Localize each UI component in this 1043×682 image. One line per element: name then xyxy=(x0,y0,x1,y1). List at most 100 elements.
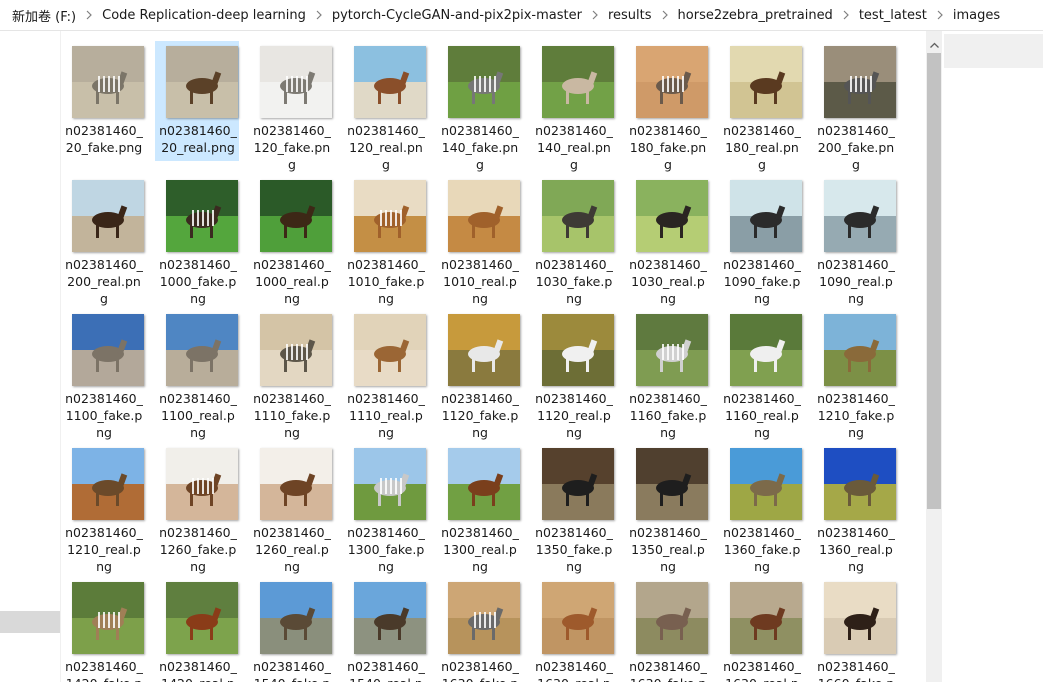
file-item[interactable]: n02381460_ 1260_real.p ng xyxy=(249,443,333,574)
file-name-label: n02381460_ 1030_real.p ng xyxy=(626,256,710,307)
file-name-label: n02381460_ 20_real.png xyxy=(156,122,240,156)
file-name-line: 20_fake.png xyxy=(65,140,143,155)
file-item[interactable]: n02381460_ 1260_fake.p ng xyxy=(155,443,239,574)
chevron-right-icon[interactable] xyxy=(931,10,949,20)
file-item[interactable]: n02381460_ 1120_fake.p ng xyxy=(437,309,521,440)
file-name-line: g xyxy=(664,157,672,172)
file-item[interactable]: n02381460_ 1000_fake.p ng xyxy=(155,175,239,306)
file-name-line: 1260_fake.p xyxy=(159,542,237,557)
breadcrumb-item[interactable]: pytorch-CycleGAN-and-pix2pix-master xyxy=(328,8,586,23)
file-name-line: ng xyxy=(472,559,488,574)
file-name-line: ng xyxy=(284,559,300,574)
file-name-label: n02381460_ 120_fake.pn g xyxy=(250,122,334,173)
file-item[interactable]: n02381460_ 1300_real.p ng xyxy=(437,443,521,574)
file-item[interactable]: n02381460_ 140_fake.pn g xyxy=(437,41,521,172)
image-thumbnail xyxy=(354,582,426,654)
file-item[interactable]: n02381460_ 1350_fake.p ng xyxy=(531,443,615,574)
image-thumbnail xyxy=(260,314,332,386)
file-name-line: 180_real.pn xyxy=(725,140,799,155)
file-item[interactable]: n02381460_1660_fake.p xyxy=(813,577,897,682)
address-breadcrumb-bar[interactable]: 新加卷 (F:) Code Replication-deep learning py… xyxy=(0,0,1043,31)
file-item[interactable]: n02381460_ 1210_real.p ng xyxy=(62,443,145,574)
file-item[interactable]: n02381460_ 1100_real.p ng xyxy=(155,309,239,440)
file-item[interactable]: n02381460_ 180_fake.pn g xyxy=(625,41,709,172)
breadcrumb-item[interactable]: images xyxy=(949,8,1004,23)
file-item[interactable]: n02381460_ 1010_fake.p ng xyxy=(343,175,427,306)
file-item[interactable]: n02381460_ 1160_real.p ng xyxy=(719,309,803,440)
file-item[interactable]: n02381460_ 1110_fake.p ng xyxy=(249,309,333,440)
file-item[interactable]: n02381460_ 1160_fake.p ng xyxy=(625,309,709,440)
file-item[interactable]: n02381460_ 1000_real.p ng xyxy=(249,175,333,306)
image-thumbnail xyxy=(824,582,896,654)
file-name-line: n02381460_ xyxy=(817,257,895,272)
file-name-line: n02381460_ xyxy=(535,525,613,540)
vertical-scrollbar[interactable] xyxy=(926,31,942,682)
file-item[interactable]: n02381460_ 1350_real.p ng xyxy=(625,443,709,574)
file-item[interactable]: n02381460_ 20_real.png xyxy=(155,41,239,161)
file-item[interactable]: n02381460_ 120_fake.pn g xyxy=(249,41,333,172)
navigation-pane[interactable] xyxy=(0,31,61,682)
image-thumbnail xyxy=(72,180,144,252)
scroll-up-button[interactable] xyxy=(926,35,942,49)
file-name-label: n02381460_ 140_real.pn g xyxy=(532,122,616,173)
file-item[interactable]: n02381460_ 1300_fake.p ng xyxy=(343,443,427,574)
file-item[interactable]: n02381460_ 140_real.pn g xyxy=(531,41,615,172)
file-item[interactable]: n02381460_1420_real.p xyxy=(155,577,239,682)
file-item[interactable]: n02381460_ 20_fake.png xyxy=(62,41,145,161)
file-name-label: n02381460_1540_real.p xyxy=(344,658,428,682)
file-item[interactable]: n02381460_1540_real.p xyxy=(343,577,427,682)
chevron-right-icon[interactable] xyxy=(586,10,604,20)
file-item[interactable]: n02381460_ 200_real.pn g xyxy=(62,175,145,306)
file-name-line: 1360_real.p xyxy=(819,542,893,557)
file-item[interactable]: n02381460_ 1360_fake.p ng xyxy=(719,443,803,574)
chevron-right-icon[interactable] xyxy=(310,10,328,20)
file-item[interactable]: n02381460_ 1210_fake.p ng xyxy=(813,309,897,440)
file-item[interactable]: n02381460_ 1010_real.p ng xyxy=(437,175,521,306)
file-item[interactable]: n02381460_1540_fake.p xyxy=(249,577,333,682)
breadcrumb-item[interactable]: Code Replication-deep learning xyxy=(98,8,310,23)
file-item[interactable]: n02381460_1420_fake.p xyxy=(62,577,145,682)
file-item[interactable]: n02381460_1630_real.p xyxy=(719,577,803,682)
navigation-pane-selected-item[interactable] xyxy=(0,611,60,633)
file-item[interactable]: n02381460_ 1120_real.p ng xyxy=(531,309,615,440)
file-name-line: 1090_real.p xyxy=(819,274,893,289)
file-item[interactable]: n02381460_ 120_real.pn g xyxy=(343,41,427,172)
image-thumbnail xyxy=(542,314,614,386)
scrollbar-thumb[interactable] xyxy=(927,53,941,509)
file-name-line: 200_real.pn xyxy=(67,274,141,289)
file-item[interactable]: n02381460_ 1030_real.p ng xyxy=(625,175,709,306)
file-item[interactable]: n02381460_ 1030_fake.p ng xyxy=(531,175,615,306)
file-name-line: ng xyxy=(96,425,112,440)
file-item[interactable]: n02381460_ 1360_real.p ng xyxy=(813,443,897,574)
breadcrumb-item[interactable]: test_latest xyxy=(855,8,931,23)
file-item[interactable]: n02381460_ 1110_real.p ng xyxy=(343,309,427,440)
image-thumbnail xyxy=(730,448,802,520)
image-thumbnail xyxy=(354,46,426,118)
image-thumbnail xyxy=(72,314,144,386)
file-item[interactable]: n02381460_ 200_fake.pn g xyxy=(813,41,897,172)
file-name-line: 1010_real.p xyxy=(443,274,517,289)
file-name-line: ng xyxy=(848,291,864,306)
file-item[interactable]: n02381460_1630_fake.p xyxy=(625,577,709,682)
file-item[interactable]: n02381460_ 1100_fake.p ng xyxy=(62,309,145,440)
breadcrumb-item[interactable]: results xyxy=(604,8,656,23)
file-name-line: ng xyxy=(566,291,582,306)
image-thumbnail xyxy=(354,448,426,520)
chevron-right-icon[interactable] xyxy=(837,10,855,20)
chevron-right-icon[interactable] xyxy=(656,10,674,20)
file-item[interactable]: n02381460_ 1090_real.png xyxy=(813,175,897,306)
file-name-line: n02381460_ xyxy=(535,391,613,406)
search-box[interactable] xyxy=(944,34,1043,68)
breadcrumb-item[interactable]: horse2zebra_pretrained xyxy=(674,8,837,23)
file-list-view[interactable]: n02381460_ 20_fake.png n02381460_ 20_real.… xyxy=(62,31,924,682)
chevron-right-icon[interactable] xyxy=(80,10,98,20)
image-thumbnail xyxy=(166,180,238,252)
file-item[interactable]: n02381460_1630_real.p xyxy=(531,577,615,682)
file-name-line: 1260_real.p xyxy=(255,542,329,557)
file-item[interactable]: n02381460_ 180_real.pn g xyxy=(719,41,803,172)
breadcrumb-item[interactable]: 新加卷 (F:) xyxy=(0,6,80,25)
file-name-label: n02381460_ 180_real.pn g xyxy=(720,122,804,173)
file-item[interactable]: n02381460_ 1090_fake.p ng xyxy=(719,175,803,306)
file-item[interactable]: n02381460_1630_fake.p xyxy=(437,577,521,682)
file-name-line: 1000_real.p xyxy=(255,274,329,289)
